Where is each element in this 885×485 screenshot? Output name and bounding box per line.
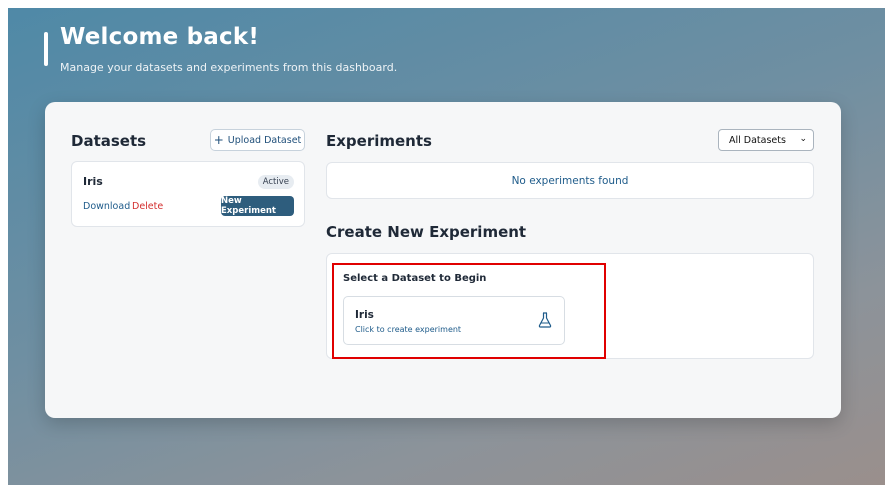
dataset-filter-value: All Datasets — [729, 134, 786, 146]
dataset-card-iris: Iris Active Download Delete New Experime… — [71, 161, 305, 227]
plus-icon: + — [213, 133, 224, 147]
upload-dataset-button[interactable]: + Upload Dataset — [210, 129, 305, 151]
page-title: Welcome back! — [60, 24, 260, 50]
dataset-name: Iris — [83, 175, 103, 188]
dataset-option-iris[interactable]: Iris Click to create experiment — [343, 296, 565, 345]
status-badge: Active — [257, 175, 294, 189]
new-experiment-button[interactable]: New Experiment — [221, 196, 294, 216]
delete-link[interactable]: Delete — [132, 201, 163, 212]
create-experiment-heading: Create New Experiment — [326, 223, 527, 241]
dashboard-card: Datasets + Upload Dataset Iris Active Do… — [45, 102, 841, 418]
experiments-heading: Experiments — [326, 132, 432, 150]
dataset-option-subtitle: Click to create experiment — [355, 325, 462, 334]
create-experiment-panel: Select a Dataset to Begin Iris Click to … — [326, 253, 814, 359]
flask-icon — [538, 312, 552, 328]
datasets-heading: Datasets — [71, 132, 147, 150]
chevron-down-icon: ⌄ — [799, 134, 807, 144]
select-dataset-title: Select a Dataset to Begin — [343, 273, 487, 284]
empty-state-text: No experiments found — [511, 174, 629, 187]
experiments-empty-state: No experiments found — [326, 162, 814, 199]
header-accent-bar — [44, 32, 48, 66]
upload-dataset-label: Upload Dataset — [227, 134, 302, 146]
dataset-filter-select[interactable]: All Datasets ⌄ — [718, 129, 814, 151]
download-link[interactable]: Download — [83, 201, 130, 212]
dataset-option-name: Iris — [355, 309, 374, 321]
page-subtitle: Manage your datasets and experiments fro… — [60, 61, 398, 74]
